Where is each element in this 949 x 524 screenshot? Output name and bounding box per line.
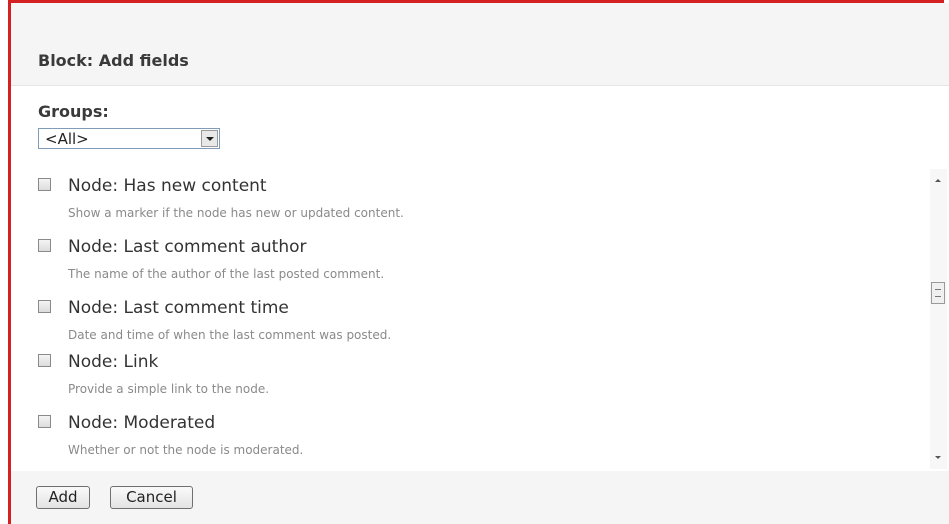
field-label[interactable]: Node: Link [68, 352, 158, 372]
field-description: Date and time of when the last comment w… [68, 328, 392, 342]
list-item: Node: Last comment author The name of th… [38, 232, 918, 292]
list-item: Node: Link Provide a simple link to the … [38, 347, 918, 407]
field-label[interactable]: Node: Has new content [68, 176, 267, 196]
field-checkbox[interactable] [38, 415, 51, 428]
scroll-up-icon[interactable] [930, 169, 947, 186]
field-checkbox[interactable] [38, 354, 51, 367]
field-checkbox[interactable] [38, 178, 51, 191]
dialog-footer: Add Cancel [11, 471, 949, 524]
field-description: Whether or not the node is moderated. [68, 443, 304, 457]
dialog-header: Block: Add fields [11, 3, 949, 86]
chevron-down-icon[interactable] [201, 130, 218, 147]
groups-label: Groups: [38, 102, 109, 121]
field-list: Node: Has new content Show a marker if t… [38, 171, 938, 471]
list-item: Node: Has new content Show a marker if t… [38, 171, 918, 231]
scroll-thumb[interactable] [931, 282, 945, 304]
list-item: Node: Moderated Whether or not the node … [38, 408, 918, 468]
add-fields-dialog: Block: Add fields Groups: <All> Node: Ha… [11, 3, 949, 524]
field-description: The name of the author of the last poste… [68, 267, 385, 281]
field-description: Show a marker if the node has new or upd… [68, 206, 404, 220]
list-scrollbar[interactable] [930, 169, 947, 469]
list-item: Node: Last comment time Date and time of… [38, 293, 918, 353]
list-item [38, 464, 918, 471]
cancel-button[interactable]: Cancel [110, 486, 193, 509]
field-checkbox[interactable] [38, 300, 51, 313]
field-label[interactable]: Node: Moderated [68, 413, 215, 433]
field-label[interactable]: Node: Last comment time [68, 298, 289, 318]
field-checkbox[interactable] [38, 239, 51, 252]
scroll-down-icon[interactable] [930, 452, 947, 469]
groups-select-value: <All> [45, 130, 89, 148]
field-label[interactable]: Node: Last comment author [68, 237, 307, 257]
field-description: Provide a simple link to the node. [68, 382, 270, 396]
groups-select[interactable]: <All> [38, 128, 220, 149]
add-button[interactable]: Add [36, 486, 90, 509]
dialog-title: Block: Add fields [38, 51, 189, 70]
